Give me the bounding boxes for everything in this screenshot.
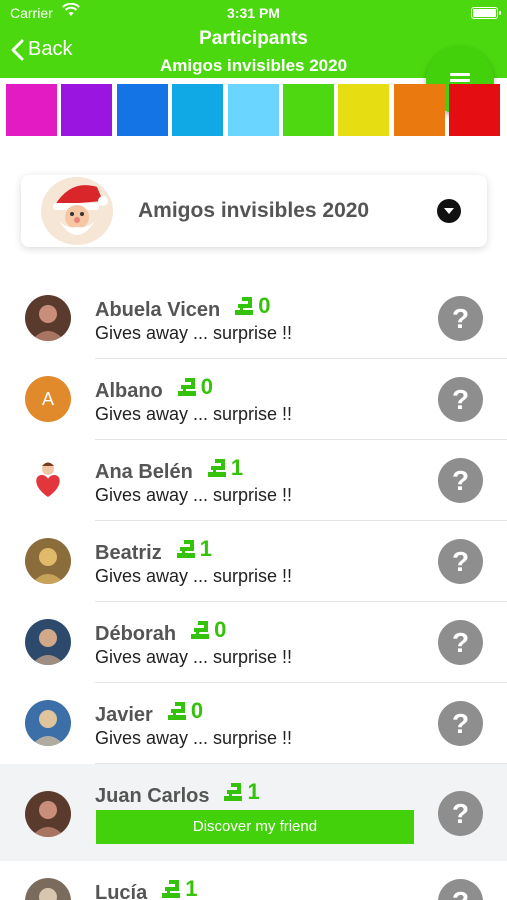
participant-header: Lucía 1 [95, 876, 198, 900]
avatar [25, 457, 71, 503]
discover-friend-button[interactable]: Discover my friend [96, 810, 414, 844]
participant-name: Déborah [95, 623, 177, 645]
gift-icon [191, 621, 210, 639]
participant-header: Juan Carlos 1 [95, 779, 260, 808]
help-question-icon[interactable]: ? [438, 620, 483, 665]
participant-header: Ana Belén 1 [95, 455, 243, 484]
color-swatch[interactable] [172, 84, 224, 136]
participant-header: Albano 0 [95, 374, 213, 403]
help-question-icon[interactable]: ? [438, 296, 483, 341]
gift-count: 0 [258, 293, 271, 318]
participant-header: Abuela Vicen 0 [95, 293, 270, 322]
participant-name: Juan Carlos [95, 785, 210, 807]
participant-status: Gives away ... surprise !! [95, 404, 293, 424]
gift-count-badge: 1 [161, 876, 198, 900]
participant-status: Gives away ... surprise !! [95, 323, 293, 343]
participant-header: Beatriz 1 [95, 536, 212, 565]
color-swatch[interactable] [393, 84, 445, 136]
help-question-icon[interactable]: ? [438, 458, 483, 503]
gift-count: 0 [214, 617, 227, 642]
color-swatch[interactable] [283, 84, 334, 136]
battery-icon [471, 7, 501, 19]
help-question-icon[interactable]: ? [438, 539, 483, 584]
gift-count-badge: 1 [207, 455, 243, 481]
gift-count-badge: 0 [177, 374, 213, 400]
avatar [25, 791, 71, 837]
gift-count: 1 [185, 876, 198, 900]
color-swatch[interactable] [338, 84, 390, 136]
gift-count-badge: 1 [176, 536, 212, 562]
gift-count: 0 [190, 698, 204, 723]
gift-icon [162, 880, 181, 898]
participant-row[interactable]: A Albano 0 Gives away ... surprise !!? [0, 359, 507, 440]
participant-row[interactable]: Déborah 0 Gives away ... surprise !!? [0, 602, 507, 683]
clock: 3:31 PM [227, 5, 280, 21]
participant-name: Albano [95, 380, 163, 402]
gift-count: 1 [247, 779, 260, 804]
gift-count-badge: 1 [223, 779, 260, 805]
gift-icon [167, 702, 186, 720]
participant-name: Ana Belén [95, 461, 193, 483]
gift-count-badge: 0 [167, 698, 203, 724]
participant-status: Gives away ... surprise !! [95, 647, 293, 667]
color-palette [6, 84, 507, 136]
avatar [25, 538, 71, 584]
help-question-icon[interactable]: ? [438, 377, 483, 422]
gift-icon [176, 540, 195, 558]
gift-count: 1 [199, 536, 212, 561]
project-selector[interactable]: Amigos invisibles 2020 [21, 175, 487, 247]
avatar: A [25, 376, 71, 422]
color-swatch[interactable] [116, 84, 168, 136]
gift-count: 0 [200, 374, 214, 399]
gift-icon [224, 783, 243, 801]
color-swatch[interactable] [449, 84, 501, 136]
participant-row[interactable]: Abuela Vicen 0 Gives away ... surprise !!? [0, 278, 507, 359]
color-swatch[interactable] [6, 84, 57, 136]
participant-row[interactable]: Lucía 1? [0, 861, 507, 900]
participant-name: Beatriz [95, 542, 162, 564]
avatar [25, 295, 71, 341]
participant-name: Javier [95, 704, 153, 726]
participant-status: Gives away ... surprise !! [95, 728, 293, 748]
color-swatch[interactable] [227, 84, 279, 136]
avatar [25, 878, 71, 900]
gift-count-badge: 0 [190, 617, 226, 643]
help-question-icon[interactable]: ? [438, 791, 483, 836]
help-question-icon[interactable]: ? [438, 701, 483, 746]
chevron-down-icon[interactable] [437, 199, 461, 223]
status-bar: Carrier 3:31 PM [0, 0, 507, 26]
participant-header: Javier 0 [95, 698, 203, 727]
participant-row[interactable]: Beatriz 1 Gives away ... surprise !!? [0, 521, 507, 602]
participant-row[interactable]: Ana Belén 1 Gives away ... surprise !!? [0, 440, 507, 521]
color-swatch[interactable] [61, 84, 113, 136]
participant-status: Gives away ... surprise !! [95, 485, 293, 505]
gift-icon [177, 378, 196, 396]
gift-count: 1 [230, 455, 244, 480]
avatar [25, 700, 71, 746]
gift-icon [207, 459, 226, 477]
participant-row[interactable]: Javier 0 Gives away ... surprise !!? [0, 683, 507, 764]
santa-avatar [41, 177, 113, 245]
page-title: Participants [199, 28, 308, 49]
participant-name: Lucía [95, 882, 148, 900]
help-question-icon[interactable]: ? [438, 879, 483, 900]
participant-status: Gives away ... surprise !! [95, 566, 293, 586]
participants-list: Abuela Vicen 0 Gives away ... surprise !!?… [0, 278, 507, 900]
participant-name: Abuela Vicen [95, 299, 221, 321]
avatar [25, 619, 71, 665]
participant-row[interactable]: Juan Carlos 1 Discover my friend? [0, 764, 507, 861]
project-name: Amigos invisibles 2020 [138, 199, 370, 222]
gift-count-badge: 0 [234, 293, 270, 319]
participant-header: Déborah 0 [95, 617, 226, 646]
gift-icon [235, 297, 254, 315]
